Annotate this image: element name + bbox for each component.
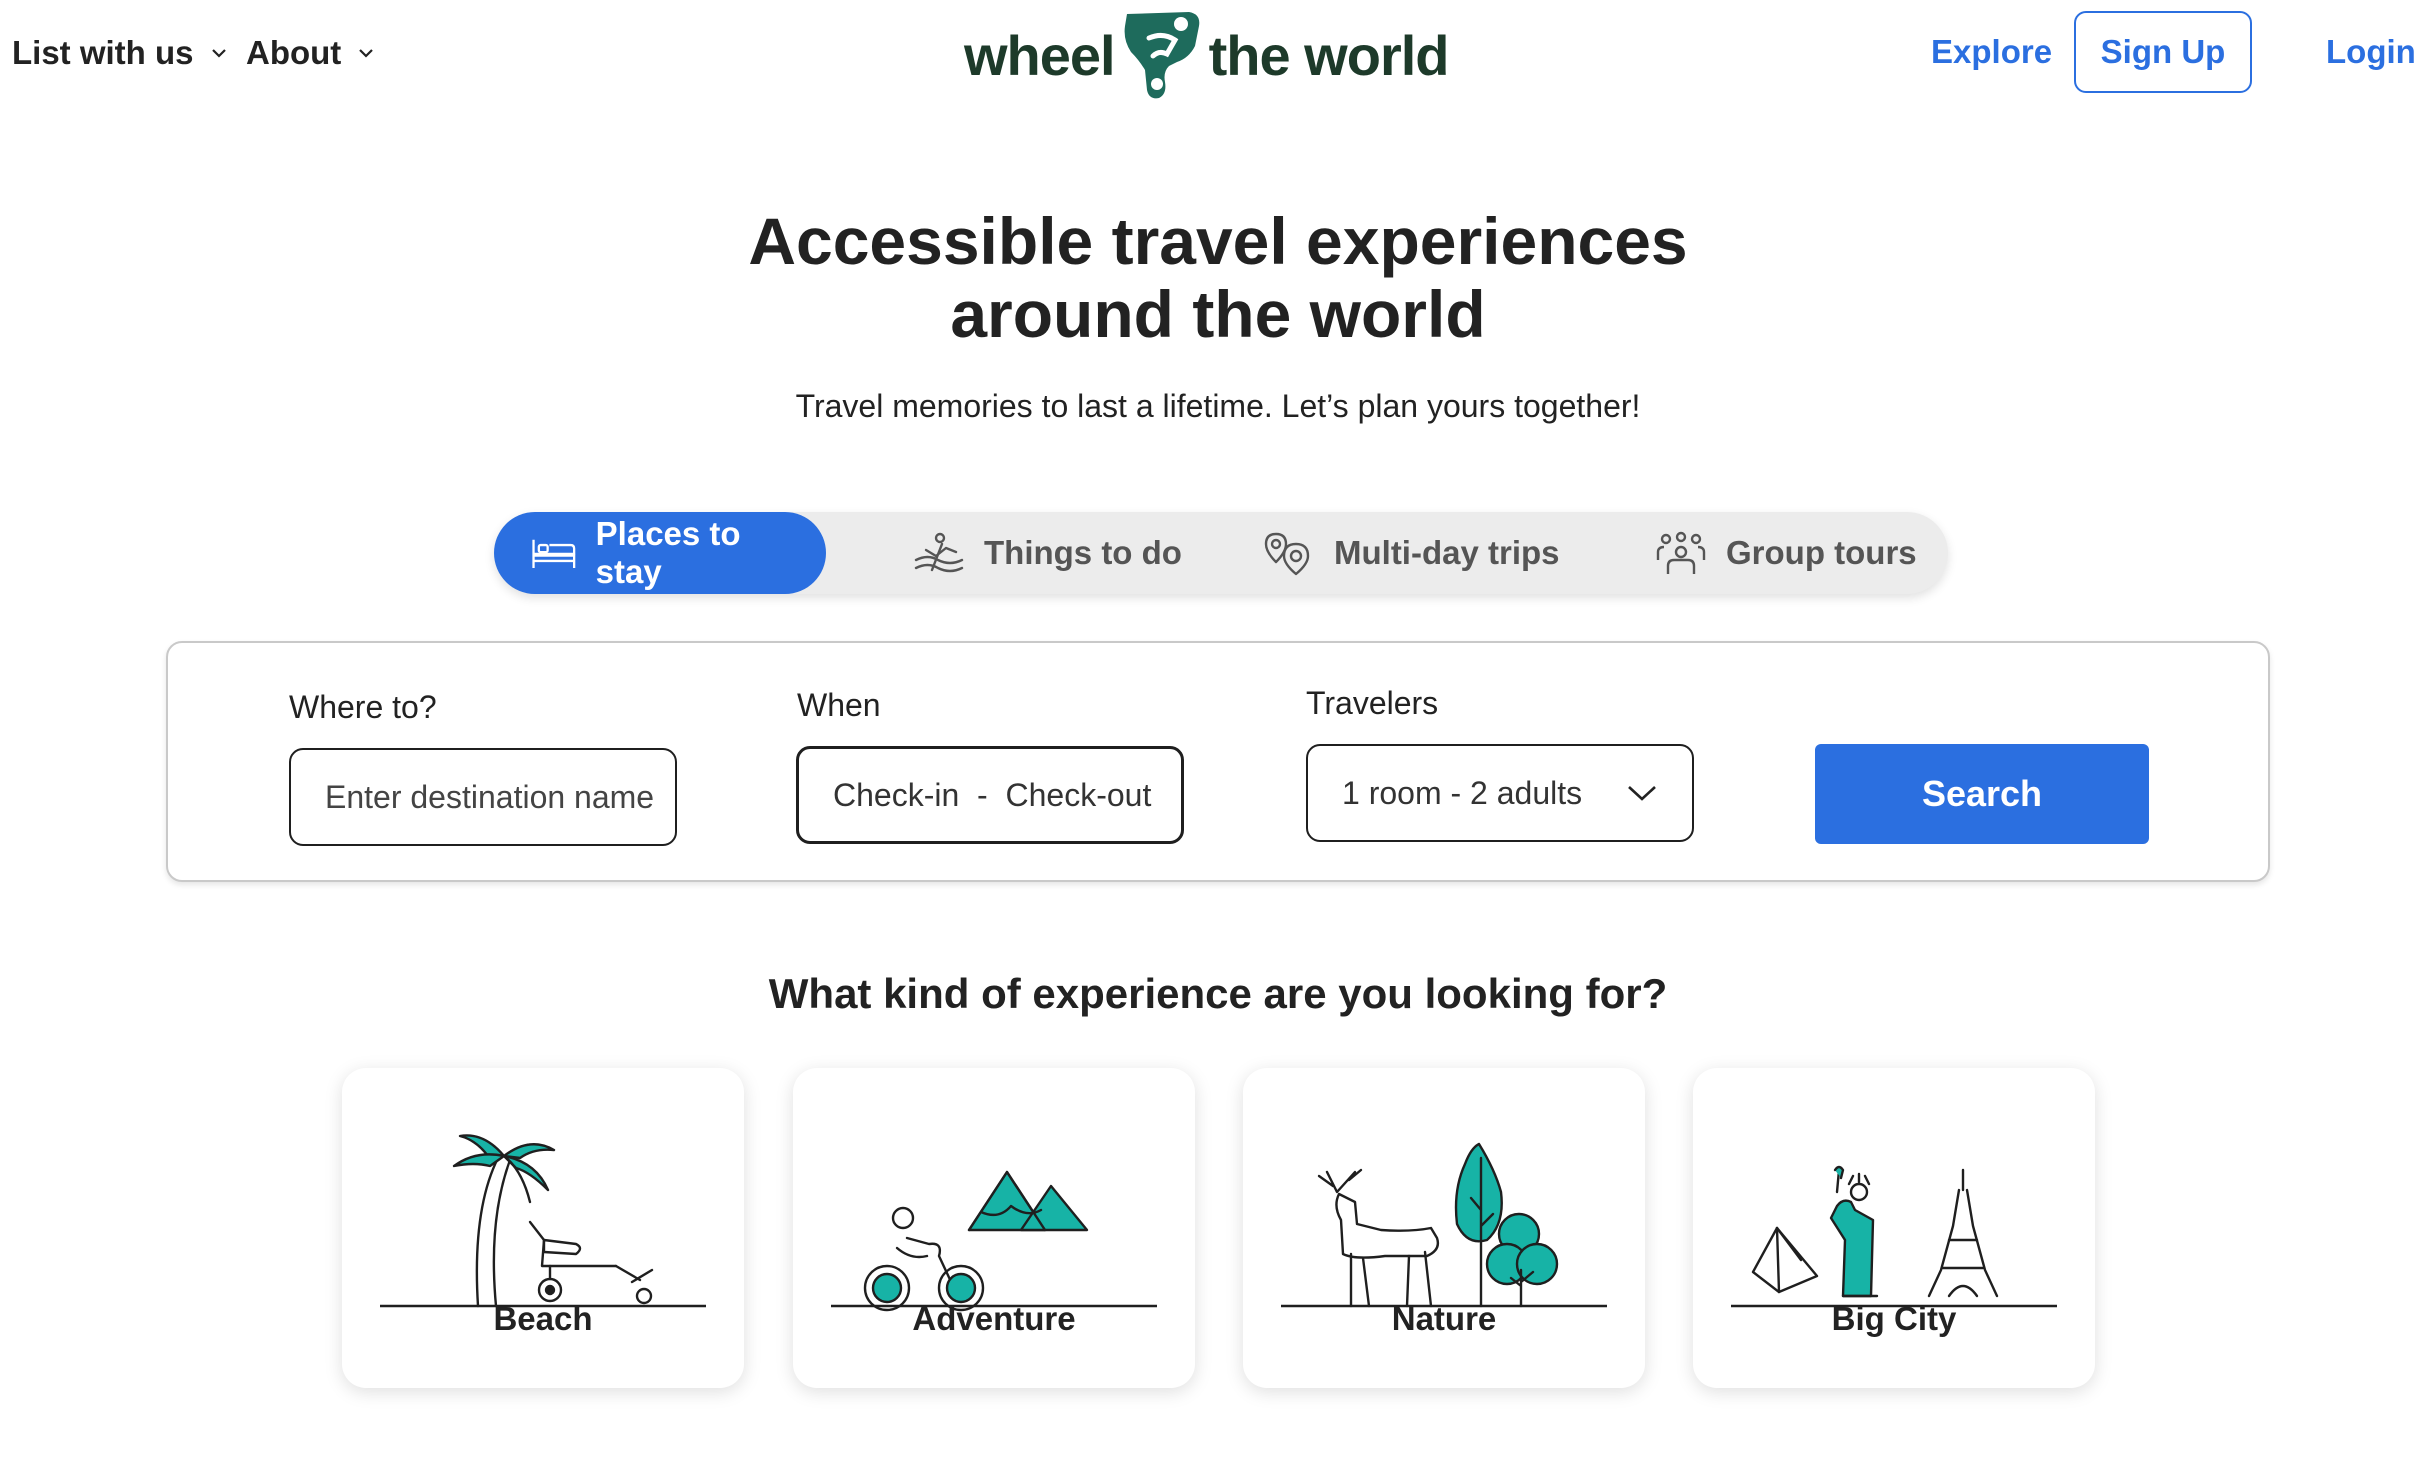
travelers-select[interactable]: 1 room - 2 adults	[1306, 744, 1694, 842]
nav-list-with-us-label: List with us	[12, 34, 194, 71]
logo-text-left: wheel	[964, 24, 1116, 87]
where-label: Where to?	[289, 689, 437, 725]
tab-group-tours-label: Group tours	[1726, 534, 1917, 571]
experience-card-beach[interactable]: Beach	[342, 1068, 744, 1388]
explore-link[interactable]: Explore	[1931, 24, 2052, 80]
when-label: When	[797, 687, 881, 723]
travelers-value: 1 room - 2 adults	[1342, 774, 1583, 811]
nav-list-with-us[interactable]: List with us	[12, 28, 230, 78]
experience-card-adventure[interactable]: Adventure	[793, 1068, 1195, 1388]
nav-about[interactable]: About	[246, 28, 377, 78]
experience-card-nature-label: Nature	[1391, 1300, 1497, 1337]
experience-card-nature[interactable]: Nature	[1243, 1068, 1645, 1388]
page: List with us About wheel the world Explo…	[0, 0, 2436, 1474]
nav-about-label: About	[246, 34, 342, 71]
tab-places-to-stay-label: Places to stay	[595, 515, 741, 590]
activity-icon	[914, 532, 964, 573]
tab-places-to-stay[interactable]: Places to stay	[494, 512, 826, 594]
tab-group-tours[interactable]: Group tours	[1654, 512, 1917, 594]
experience-card-beach-label: Beach	[493, 1300, 593, 1337]
bed-icon	[532, 539, 576, 569]
date-range-field[interactable]: Check-in - Check-out	[796, 746, 1184, 844]
experiences-title: What kind of experience are you looking …	[768, 970, 1668, 1017]
experience-card-big-city[interactable]: Big City	[1693, 1068, 2095, 1388]
hero-subtitle: Travel memories to last a lifetime. Let’…	[795, 388, 1641, 424]
tab-multi-day-trips-label: Multi-day trips	[1334, 534, 1560, 571]
hero-title: Accessible travel experiences around the…	[0, 205, 2436, 351]
travelers-label: Travelers	[1306, 685, 1439, 721]
logo-mark-icon	[1124, 12, 1199, 99]
logo[interactable]: wheel the world	[964, 10, 1450, 102]
hero-title-line1: Accessible travel experiences	[748, 204, 1688, 278]
hero-title-line2: around the world	[950, 277, 1486, 351]
chevron-down-icon	[359, 49, 374, 58]
date-range-value: Check-in - Check-out	[833, 776, 1152, 813]
tab-things-to-do[interactable]: Things to do	[912, 512, 1182, 594]
experience-card-big-city-label: Big City	[1831, 1300, 1957, 1337]
logo-text-right: the world	[1208, 24, 1450, 87]
tab-multi-day-trips[interactable]: Multi-day trips	[1262, 512, 1560, 594]
login-link[interactable]: Login	[2326, 24, 2416, 80]
map-pins-icon	[1264, 532, 1310, 576]
destination-input[interactable]	[289, 748, 677, 846]
search-button[interactable]: Search	[1815, 744, 2149, 844]
tab-things-to-do-label: Things to do	[984, 534, 1182, 571]
signup-button[interactable]: Sign Up	[2074, 11, 2252, 93]
experience-card-adventure-label: Adventure	[912, 1300, 1076, 1337]
group-icon	[1656, 531, 1706, 574]
chevron-down-icon	[211, 49, 226, 58]
search-type-tabs: Places to stay Things to do Multi-day tr…	[494, 512, 1948, 594]
chevron-down-icon	[1628, 786, 1656, 801]
